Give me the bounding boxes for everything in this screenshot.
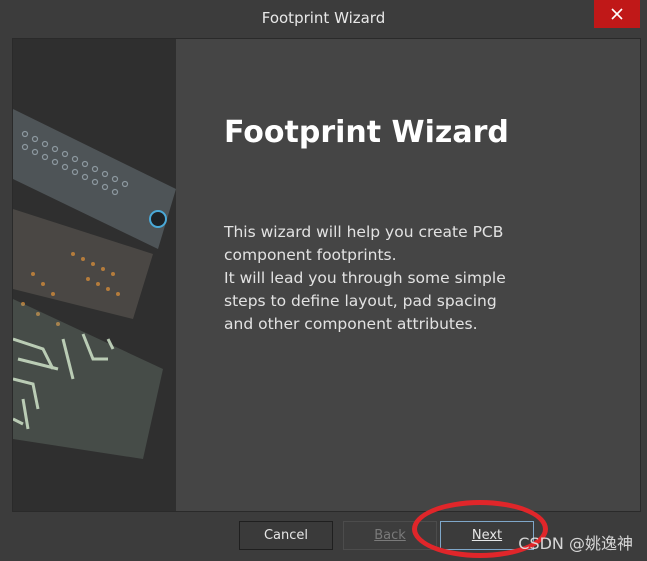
back-label: Back xyxy=(374,528,406,543)
description-line: It will lead you through some simple ste… xyxy=(224,269,506,333)
cancel-label: Cancel xyxy=(263,528,309,543)
wizard-description: This wizard will help you create PCB com… xyxy=(224,221,524,336)
window-title: Footprint Wizard xyxy=(261,9,386,27)
wizard-heading: Footprint Wizard xyxy=(224,115,509,150)
close-button[interactable] xyxy=(594,0,640,28)
title-bar: Footprint Wizard xyxy=(0,0,647,36)
wizard-panel: Footprint Wizard This wizard will help y… xyxy=(12,38,641,512)
wizard-content: Footprint Wizard This wizard will help y… xyxy=(176,39,640,511)
next-label: Next xyxy=(471,528,503,543)
close-icon xyxy=(611,8,623,20)
cancel-button[interactable]: Cancel xyxy=(239,521,333,550)
back-button[interactable]: Back xyxy=(343,521,437,550)
description-line: This wizard will help you create PCB com… xyxy=(224,223,504,264)
pcb-illustration xyxy=(13,39,176,511)
watermark: CSDN @姚逸神 xyxy=(518,534,633,553)
